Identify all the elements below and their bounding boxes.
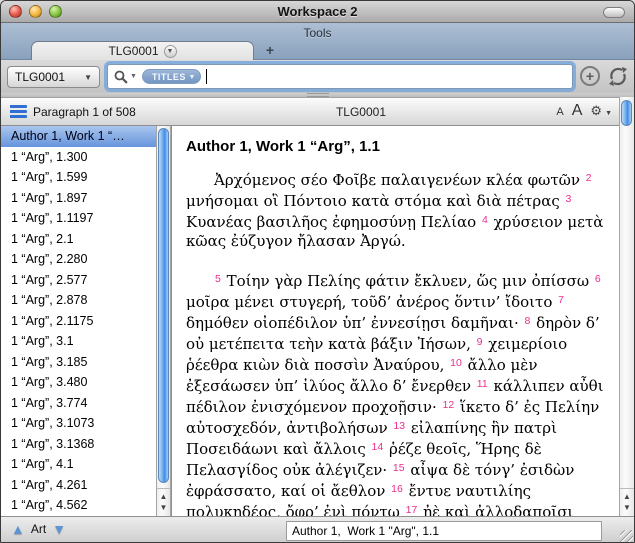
- nav-down-triangle-icon[interactable]: ▼: [52, 522, 66, 536]
- cycle-arrows-icon[interactable]: [605, 64, 631, 89]
- line-number-superscript: 2: [585, 172, 593, 184]
- tab-menu-icon[interactable]: ▼: [164, 45, 177, 58]
- increase-font-button[interactable]: A: [572, 102, 583, 120]
- tools-toolbar: Tools TLG0001 ▼ +: [1, 23, 634, 60]
- toolbar-toggle-button[interactable]: [603, 7, 625, 18]
- list-item[interactable]: 1 “Arg”, 3.1368: [1, 434, 156, 455]
- titles-scope-token[interactable]: TITLES ▼: [142, 69, 201, 84]
- sidebar-scroll-up-icon[interactable]: ▲: [160, 493, 168, 501]
- browser-header-bar: Paragraph 1 of 508 TLG0001 A A ⚙ ▼: [1, 97, 634, 126]
- greek-paragraph: Ἀρχόμενος σέο Φοῖβε παλαιγενέων κλέα φωτ…: [186, 169, 608, 251]
- content-scroll-down-icon[interactable]: ▼: [623, 504, 631, 512]
- greek-text: Ἀρχόμενος σέο Φοῖβε παλαιγενέων κλέα φωτ…: [186, 169, 608, 516]
- search-icon[interactable]: ▼: [114, 70, 137, 84]
- sidebar-scrollbar-thumb[interactable]: [158, 128, 169, 483]
- list-item[interactable]: 1 “Arg”, 3.774: [1, 393, 156, 414]
- gear-chevron-icon: ▼: [605, 110, 612, 117]
- line-number-superscript: 3: [565, 193, 573, 205]
- list-item[interactable]: 1 “Arg”, 3.185: [1, 352, 156, 373]
- list-item[interactable]: 1 “Arg”, 2.1: [1, 229, 156, 250]
- passage-heading: Author 1, Work 1 “Arg”, 1.1: [186, 138, 608, 155]
- title-bar[interactable]: Workspace 2: [1, 1, 634, 23]
- sidebar-scrollbar[interactable]: ▲ ▼: [156, 126, 171, 516]
- paragraph-status: Paragraph 1 of 508: [33, 105, 136, 119]
- tab-tlg0001[interactable]: TLG0001 ▼: [31, 41, 254, 60]
- text-content-pane: Author 1, Work 1 “Arg”, 1.1 Ἀρχόμενος σέ…: [171, 126, 621, 516]
- list-item[interactable]: 1 “Arg”, 4.261: [1, 475, 156, 496]
- list-item[interactable]: 1 “Arg”, 3.1073: [1, 413, 156, 434]
- new-tab-button[interactable]: +: [261, 43, 279, 59]
- tools-label[interactable]: Tools: [1, 26, 634, 40]
- decrease-font-button[interactable]: A: [556, 106, 563, 118]
- list-item[interactable]: 1 “Arg”, 2.577: [1, 270, 156, 291]
- line-number-superscript: 12: [442, 399, 456, 411]
- search-scope-chevron-icon: ▼: [130, 73, 137, 80]
- corpus-dropdown-label: TLG0001: [15, 70, 65, 84]
- titles-scope-label: TITLES: [152, 72, 186, 82]
- list-item[interactable]: 1 “Arg”, 2.878: [1, 290, 156, 311]
- sidebar-scroll-down-icon[interactable]: ▼: [160, 504, 168, 512]
- gear-icon[interactable]: ⚙: [590, 103, 602, 119]
- list-item[interactable]: 1 “Arg”, 1.599: [1, 167, 156, 188]
- text-cursor: [206, 69, 207, 84]
- window-title: Workspace 2: [1, 4, 634, 19]
- list-item[interactable]: Author 1, Work 1 “…: [1, 126, 156, 147]
- paragraph-list-icon[interactable]: [10, 105, 27, 120]
- nav-label: Art: [31, 522, 46, 536]
- list-item[interactable]: 1 “Arg”, 1.1197: [1, 208, 156, 229]
- app-window: Workspace 2 Tools TLG0001 ▼ + TLG0001 ▼ …: [0, 0, 635, 543]
- line-number-superscript: 4: [481, 214, 489, 226]
- line-number-superscript: 8: [524, 315, 532, 327]
- line-number-superscript: 13: [392, 420, 406, 432]
- line-number-superscript: 9: [476, 336, 484, 348]
- line-number-superscript: 10: [449, 357, 463, 369]
- nav-up-triangle-icon[interactable]: ▲: [11, 522, 25, 536]
- search-input[interactable]: [212, 70, 566, 84]
- content-scroll-up-icon[interactable]: ▲: [623, 493, 631, 501]
- line-number-superscript: 16: [390, 483, 404, 495]
- search-toolbar: TLG0001 ▼ ▼ TITLES ▼ +: [1, 60, 634, 93]
- citation-input[interactable]: [286, 521, 602, 541]
- list-item[interactable]: 1 “Arg”, 3.1: [1, 331, 156, 352]
- add-search-tab-button[interactable]: +: [580, 66, 600, 86]
- list-item[interactable]: 1 “Arg”, 2.280: [1, 249, 156, 270]
- list-item[interactable]: 1 “Arg”, 1.300: [1, 147, 156, 168]
- status-bar: ▲ Art ▼: [1, 516, 634, 543]
- list-item[interactable]: 1 “Arg”, 4.562: [1, 495, 156, 516]
- line-number-superscript: 14: [371, 441, 385, 453]
- sidebar-list: Author 1, Work 1 “…1 “Arg”, 1.3001 “Arg”…: [1, 126, 156, 516]
- line-number-superscript: 11: [476, 378, 489, 390]
- content-scrollbar[interactable]: ▲ ▼: [619, 97, 634, 516]
- search-field[interactable]: ▼ TITLES ▼: [107, 64, 573, 89]
- line-number-superscript: 6: [594, 273, 602, 285]
- list-item[interactable]: 1 “Arg”, 3.480: [1, 372, 156, 393]
- pane-title: TLG0001: [171, 105, 551, 119]
- line-number-superscript: 7: [557, 294, 565, 306]
- list-item[interactable]: 1 “Arg”, 4.1: [1, 454, 156, 475]
- line-number-superscript: 5: [214, 273, 222, 285]
- content-scrollbar-thumb[interactable]: [621, 100, 632, 126]
- line-number-superscript: 15: [392, 462, 406, 474]
- resize-grip-icon[interactable]: [620, 530, 633, 543]
- tab-label: TLG0001: [108, 44, 158, 58]
- list-item[interactable]: 1 “Arg”, 2.1175: [1, 311, 156, 332]
- corpus-dropdown[interactable]: TLG0001 ▼: [7, 66, 100, 88]
- token-chevron-icon: ▼: [189, 74, 196, 81]
- list-item[interactable]: 1 “Arg”, 1.897: [1, 188, 156, 209]
- line-number-superscript: 17: [405, 504, 419, 516]
- chevron-down-icon: ▼: [84, 73, 92, 82]
- greek-paragraph: 5 Τοίην γὰρ Πελίης φάτιν ἔκλυεν, ὥς μιν …: [186, 270, 608, 516]
